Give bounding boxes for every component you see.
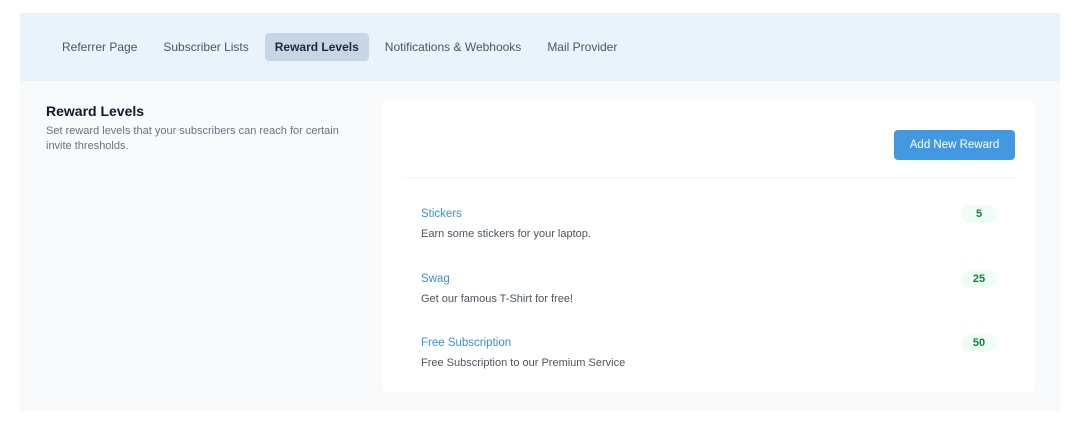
reward-item-free-subscription: Free Subscription Free Subscription to o…	[421, 334, 997, 376]
reward-description: Free Subscription to our Premium Service	[421, 357, 626, 369]
section-title: Reward Levels	[46, 103, 145, 119]
tab-notifications-webhooks[interactable]: Notifications & Webhooks	[375, 33, 532, 61]
reward-item-swag: Swag Get our famous T-Shirt for free! 25	[421, 270, 997, 312]
settings-frame: Referrer Page Subscriber Lists Reward Le…	[20, 13, 1060, 411]
tab-reward-levels[interactable]: Reward Levels	[264, 33, 369, 61]
section-description: Set reward levels that your subscribers …	[46, 125, 339, 152]
reward-description: Get our famous T-Shirt for free!	[421, 293, 574, 305]
tab-referrer-page[interactable]: Referrer Page	[52, 33, 147, 61]
section-intro: Reward Levels Set reward levels that you…	[46, 102, 346, 154]
tab-subscriber-lists[interactable]: Subscriber Lists	[153, 33, 258, 61]
settings-tab-bar: Referrer Page Subscriber Lists Reward Le…	[20, 13, 1060, 81]
reward-threshold-badge: 50	[961, 334, 997, 352]
reward-name-link[interactable]: Stickers	[421, 207, 462, 221]
divider	[402, 177, 1015, 178]
reward-item-stickers: Stickers Earn some stickers for your lap…	[421, 205, 997, 247]
reward-threshold-badge: 5	[961, 205, 997, 223]
reward-name-link[interactable]: Free Subscription	[421, 336, 511, 350]
rewards-panel: Add New Reward Stickers Earn some sticke…	[382, 100, 1035, 392]
reward-threshold-badge: 25	[961, 270, 997, 288]
tab-mail-provider[interactable]: Mail Provider	[537, 33, 627, 61]
reward-name-link[interactable]: Swag	[421, 272, 450, 286]
reward-description: Earn some stickers for your laptop.	[421, 228, 591, 240]
add-new-reward-button[interactable]: Add New Reward	[894, 130, 1015, 160]
